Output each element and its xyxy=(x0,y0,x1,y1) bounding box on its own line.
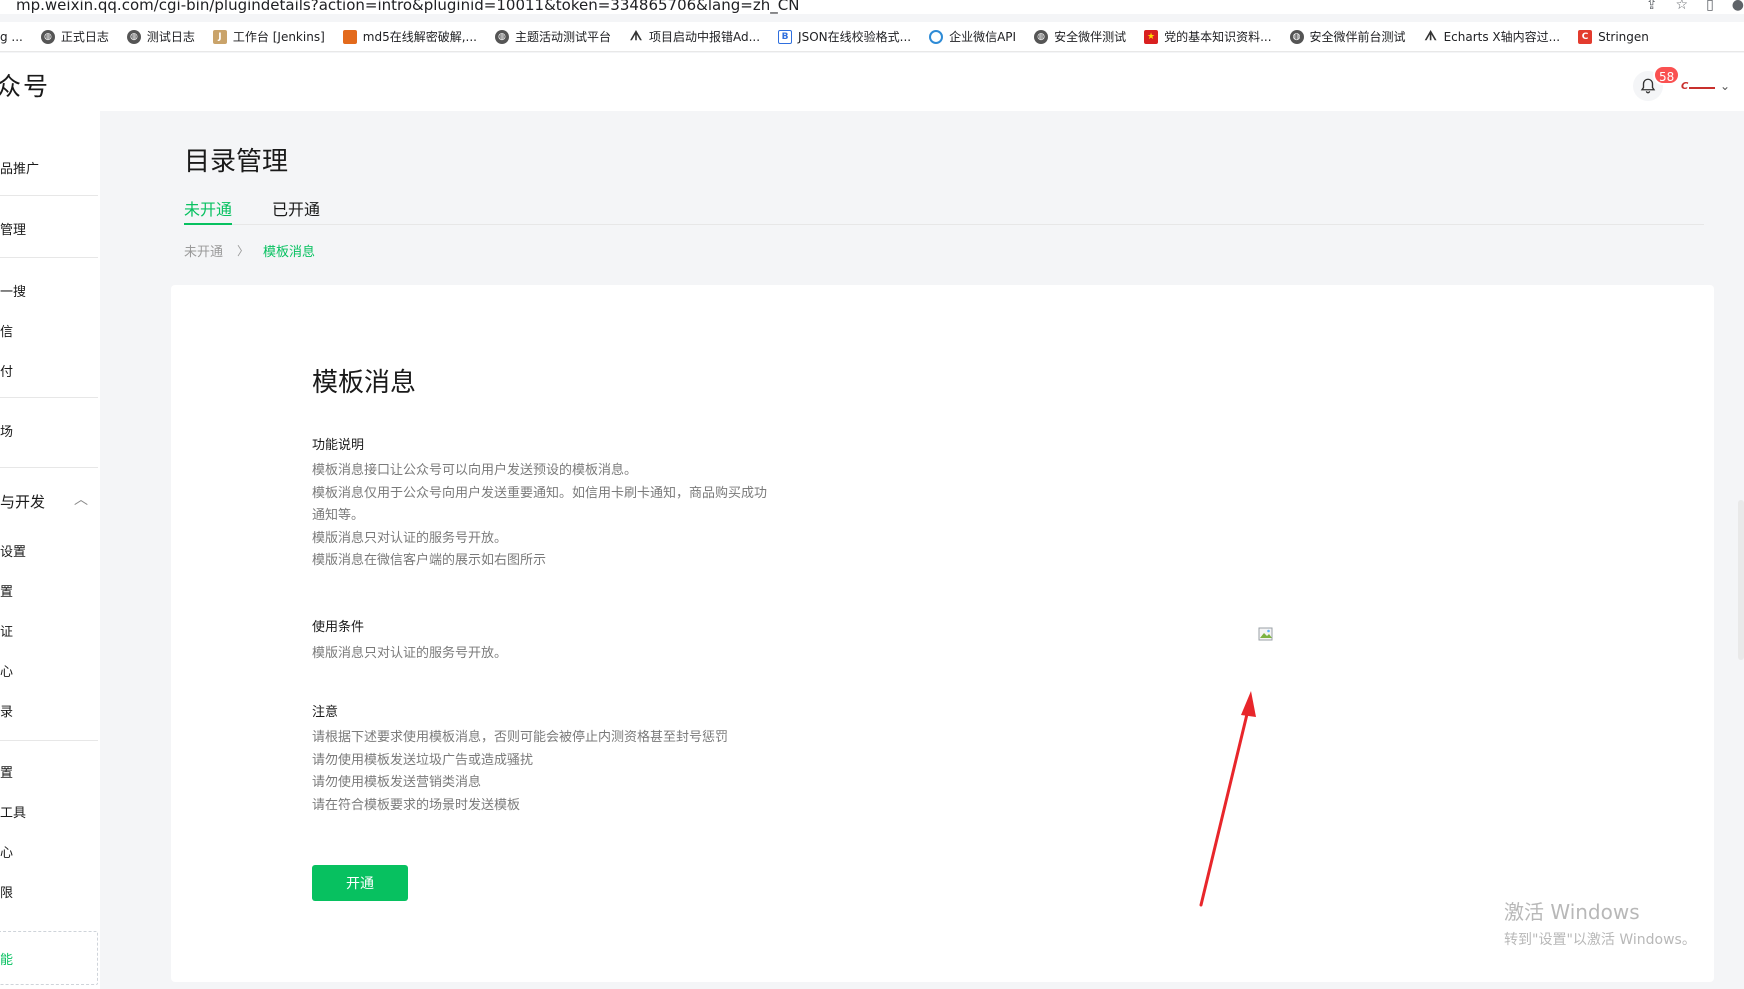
party-emblem-icon: ★ xyxy=(1144,29,1159,44)
enable-button[interactable]: 开通 xyxy=(312,865,408,901)
bookmark-item[interactable]: ᗑ 项目启动中报错Ad... xyxy=(628,28,760,45)
wechat-work-icon xyxy=(929,29,944,44)
account-avatar[interactable]: C xyxy=(1681,75,1719,97)
sidebar-item[interactable]: 一搜 xyxy=(0,281,26,300)
scrollbar-handle[interactable] xyxy=(1738,500,1744,660)
notification-badge: 58 xyxy=(1653,65,1681,85)
sidebar-add-feature[interactable] xyxy=(0,931,98,985)
md5-site-icon xyxy=(342,29,357,44)
pin-icon: ᗑ xyxy=(628,29,643,44)
bookmark-item[interactable]: ◍ 安全微伴测试 xyxy=(1034,28,1126,45)
bookmark-item[interactable]: g ... xyxy=(0,30,23,44)
pin-icon: ᗑ xyxy=(1423,29,1438,44)
sidebar-divider xyxy=(0,397,98,398)
jenkins-icon: J xyxy=(212,29,227,44)
sidebar-toggle-icon[interactable]: ▯ xyxy=(1706,0,1714,13)
sidebar-item-feature[interactable]: 能 xyxy=(0,949,13,968)
profile-icon[interactable]: ● xyxy=(1732,0,1744,13)
section-title-description: 功能说明 xyxy=(312,438,365,453)
chevron-up-icon[interactable]: ︿ xyxy=(74,489,88,509)
page-title: 目录管理 xyxy=(184,147,289,177)
tab-not-enabled[interactable]: 未开通 xyxy=(184,196,233,225)
bookmark-item[interactable]: md5在线解密破解,... xyxy=(342,28,477,45)
bookmark-item[interactable]: ◍ 主题活动测试平台 xyxy=(494,28,611,45)
sidebar-item[interactable]: 管理 xyxy=(0,219,26,238)
stringen-icon: C xyxy=(1578,29,1593,44)
bookmark-item[interactable]: ◍ 正式日志 xyxy=(40,28,109,45)
sidebar-divider xyxy=(0,257,98,258)
section-title-conditions: 使用条件 xyxy=(312,620,365,635)
account-logo-icon xyxy=(1689,83,1716,89)
breadcrumb-parent[interactable]: 未开通 xyxy=(184,241,223,260)
sidebar-divider xyxy=(0,467,98,468)
app-header: 众号 58 C ⌄ xyxy=(0,53,1744,111)
sidebar: 品推广 管理 一搜 信 付 场 与开发 ︿ 设置 置 证 心 录 置 工具 心 … xyxy=(0,111,100,989)
watermark-line-1: 激活 Windows xyxy=(1504,900,1640,924)
watermark-line-2: 转到"设置"以激活 Windows。 xyxy=(1504,932,1696,948)
share-icon[interactable]: ⇪ xyxy=(1646,0,1658,13)
sidebar-item[interactable]: 品推广 xyxy=(0,158,39,177)
bookmarks-bar: g ... ◍ 正式日志 ◍ 测试日志 J 工作台 [Jenkins] md5在线解密… xyxy=(0,22,1744,52)
section-body-description: 模板消息接口让公众号可以向用户发送预设的模板消息。 模板消息仅用于公众号向用户发… xyxy=(312,463,768,568)
tab-enabled[interactable]: 已开通 xyxy=(272,196,320,225)
bookmark-item[interactable]: ◍ 测试日志 xyxy=(126,28,195,45)
sidebar-item[interactable]: 信 xyxy=(0,321,13,340)
bookmark-item[interactable]: ◍ 安全微伴前台测试 xyxy=(1289,28,1406,45)
bookmark-item[interactable]: ᗑ Echarts X轴内容过... xyxy=(1423,28,1560,45)
tab-bar: 未开通 已开通 xyxy=(184,196,1704,225)
globe-icon: ◍ xyxy=(1034,29,1049,44)
bookmark-item[interactable]: B JSON在线校验格式... xyxy=(778,28,911,45)
sidebar-item[interactable]: 录 xyxy=(0,701,13,720)
sidebar-item[interactable]: 置 xyxy=(0,581,13,600)
sidebar-item[interactable]: 置 xyxy=(0,762,13,781)
section-body-conditions: 模版消息只对认证的服务号开放。 xyxy=(312,646,508,661)
chevron-down-icon[interactable]: ⌄ xyxy=(1720,79,1730,93)
sidebar-item[interactable]: 场 xyxy=(0,421,13,440)
plugin-title: 模板消息 xyxy=(312,368,417,398)
sidebar-divider xyxy=(0,195,98,196)
sidebar-group-dev[interactable]: 与开发 xyxy=(0,491,45,512)
globe-icon: ◍ xyxy=(126,29,141,44)
sidebar-divider xyxy=(0,740,98,741)
browser-url-bar[interactable]: mp.weixin.qq.com/cgi-bin/plugindetails?a… xyxy=(0,0,1744,14)
bookmark-item[interactable]: C Stringen xyxy=(1578,29,1649,44)
chevron-right-icon: 〉 xyxy=(237,244,250,258)
windows-activation-watermark: 激活 Windows 转到"设置"以激活 Windows。 xyxy=(1504,896,1696,949)
globe-icon: ◍ xyxy=(1289,29,1304,44)
app-title: 众号 xyxy=(0,72,51,101)
breadcrumb: 未开通 〉 模板消息 xyxy=(184,241,315,260)
sidebar-item[interactable]: 心 xyxy=(0,661,13,680)
section-body-notice: 请根据下述要求使用模板消息，否则可能会被停止内测资格甚至封号惩罚 请勿使用模板发… xyxy=(312,730,729,813)
plugin-detail-card: 模板消息 功能说明 模板消息接口让公众号可以向用户发送预设的模板消息。 模板消息… xyxy=(171,285,1714,982)
breadcrumb-current: 模板消息 xyxy=(263,245,316,260)
json-site-icon: B xyxy=(778,29,793,44)
broken-image-icon xyxy=(1258,627,1273,641)
globe-icon: ◍ xyxy=(40,29,55,44)
url-text[interactable]: mp.weixin.qq.com/cgi-bin/plugindetails?a… xyxy=(16,0,799,14)
sidebar-item[interactable]: 工具 xyxy=(0,802,26,821)
sidebar-item[interactable]: 心 xyxy=(0,842,13,861)
bookmark-item[interactable]: J 工作台 [Jenkins] xyxy=(212,28,325,45)
bookmark-item[interactable]: ★ 党的基本知识资料... xyxy=(1144,28,1272,45)
sidebar-item[interactable]: 设置 xyxy=(0,541,26,560)
bookmark-item[interactable]: 企业微信API xyxy=(929,28,1016,45)
star-icon[interactable]: ☆ xyxy=(1676,0,1689,13)
globe-icon: ◍ xyxy=(494,29,509,44)
section-title-notice: 注意 xyxy=(312,705,339,720)
sidebar-item[interactable]: 限 xyxy=(0,882,13,901)
sidebar-item[interactable]: 付 xyxy=(0,361,13,380)
sidebar-item[interactable]: 证 xyxy=(0,621,13,640)
